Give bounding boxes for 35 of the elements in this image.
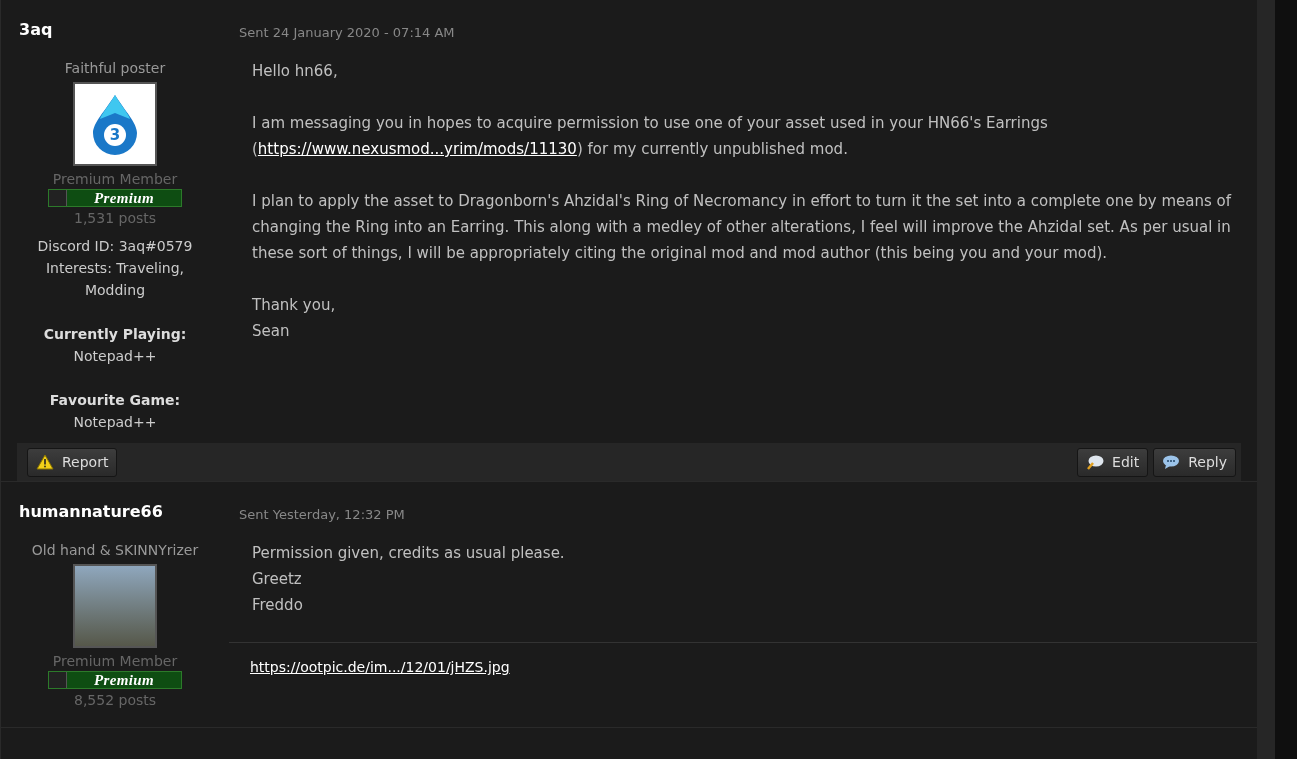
author-name[interactable]: humannature66 <box>19 502 163 521</box>
profile-field-label: Favourite Game: <box>49 391 181 410</box>
message-text: Permission given, credits as usual please. <box>252 543 566 564</box>
message-text: Thank you, <box>252 295 337 316</box>
message-text: I am messaging you in hopes to acquire permission to use one of your asset used in your HN66's Earrings (https://www.nexusmod...yrim/mods/11130) for my currently unpublished mod. <box>252 113 1049 160</box>
profile-field: Interests: Traveling, Modding <box>15 257 215 301</box>
url-link[interactable]: https://www.nexusmod...yrim/mods/11130 <box>257 140 577 158</box>
sent-date: Sent 24 January 2020 - 07:14 AM <box>239 25 455 40</box>
report-button[interactable]: Report <box>27 447 118 477</box>
profile-field-label: Currently Playing: <box>43 325 187 344</box>
scrollbar-track[interactable] <box>1257 0 1275 759</box>
user-title: Faithful poster <box>64 59 166 78</box>
author-name[interactable]: 3aq <box>19 20 53 39</box>
member-group: Premium Member <box>52 170 178 189</box>
user-title: Old hand & SKINNYrizer <box>31 541 199 560</box>
premium-badge: Premium <box>48 189 182 207</box>
warning-icon <box>36 454 54 470</box>
message-text: Greetz <box>252 569 303 590</box>
profile-field: Discord ID: 3aq#0579 <box>37 235 193 257</box>
signature-link[interactable]: https://ootpic.de/im.../12/01/jHZS.jpg <box>250 659 510 675</box>
sent-date: Sent Yesterday, 12:32 PM <box>239 507 405 522</box>
premium-badge: Premium <box>48 671 182 689</box>
member-group: Premium Member <box>52 652 178 671</box>
message-text: Hello hn66, <box>252 61 339 82</box>
reply-button[interactable]: Reply <box>1153 447 1236 477</box>
message-text: Freddo <box>252 595 304 616</box>
profile-field-value: Notepad++ <box>73 347 157 366</box>
post-count: 1,531 posts <box>73 209 157 228</box>
speech-bubble-icon <box>1086 454 1105 470</box>
profile-field-value: Notepad++ <box>73 413 157 432</box>
message-text: Sean <box>252 321 291 342</box>
speech-bubble-icon <box>1162 454 1181 470</box>
post-count: 8,552 posts <box>73 691 157 710</box>
edit-button[interactable]: Edit <box>1077 447 1149 477</box>
message-text: I plan to apply the asset to Dragonborn's Ahzidal's Ring of Necromancy in effort to turn it the set into a complete one by means of changing the Ring into an Earring. This along with a medley of other alterations, I feel will improve the Ahzidal set. As per usual in these sort of things, I will be appropriately citing the original mod and mod author (this being you and your mod). <box>252 191 1233 264</box>
